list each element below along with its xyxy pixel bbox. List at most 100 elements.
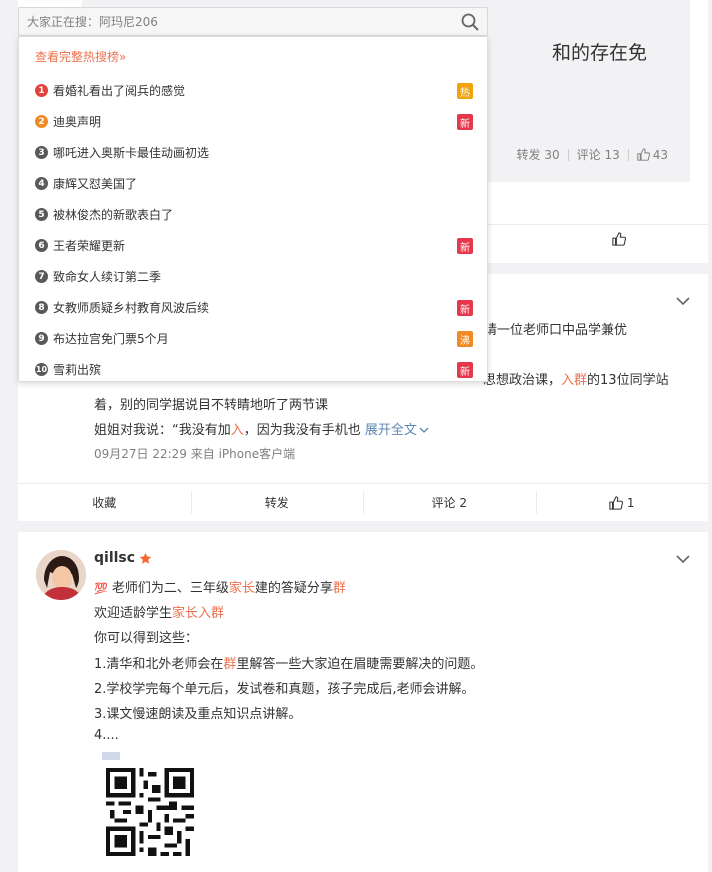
rank-number: 4: [35, 177, 48, 190]
text-span: 欢迎适龄学生: [94, 606, 173, 621]
hot-search-text: 致命女人续订第二季: [53, 270, 162, 284]
chevron-down-icon[interactable]: [676, 554, 690, 564]
divider: [567, 148, 569, 161]
thumbs-up-icon: [612, 232, 627, 246]
like-button[interactable]: 1: [535, 484, 709, 521]
quoted-repost-link[interactable]: 转发 30: [517, 146, 560, 163]
hot-search-list: 1 看婚礼看出了阅兵的感觉热 2 迪奥声明新 3 哪吒进入奥斯卡最佳动画初选 4 康辉又怼美国…: [19, 75, 487, 385]
expand-full-text-link[interactable]: 展开全文: [365, 423, 429, 438]
post-meta: 09月27日 22:29 来自 iPhone客户端: [94, 447, 296, 461]
comment-label: 评论 2: [431, 496, 467, 510]
quoted-comment-link[interactable]: 评论 13: [577, 146, 620, 163]
hot-search-item[interactable]: 5 被林俊杰的新歌表白了: [19, 199, 487, 230]
repost-label: 转发: [264, 496, 289, 510]
hot-search-item[interactable]: 8 女教师质疑乡村教育风波后续 新: [19, 292, 487, 323]
hot-search-text: 哪吒进入奥斯卡最佳动画初选: [53, 146, 210, 160]
chevron-down-icon[interactable]: [676, 296, 690, 306]
chevron-down-icon: [419, 427, 429, 433]
hot-search-item[interactable]: 3 哪吒进入奥斯卡最佳动画初选: [19, 137, 487, 168]
hot-search-item[interactable]: 4 康辉又怼美国了: [19, 168, 487, 199]
keyword-link[interactable]: 群: [223, 657, 236, 672]
rank-number: 6: [35, 239, 48, 252]
rank-number: 9: [35, 332, 48, 345]
rank-number: 7: [35, 270, 48, 283]
avatar[interactable]: [36, 550, 86, 600]
view-full-hot-list-link[interactable]: 查看完整热搜榜»: [35, 48, 126, 65]
keyword-link[interactable]: 入: [231, 423, 244, 438]
search-icon[interactable]: [461, 13, 479, 31]
hot-search-item[interactable]: 1 看婚礼看出了阅兵的感觉 热: [19, 75, 487, 106]
keyword-link[interactable]: 家长入群: [172, 606, 224, 621]
username[interactable]: qillsc: [94, 550, 152, 566]
thumbs-up-icon: [637, 148, 650, 161]
hot-search-dropdown: 查看完整热搜榜» 1 看婚礼看出了阅兵的感觉热 2 迪奥声明新 3 哪吒进入奥斯卡最佳动画…: [18, 36, 488, 382]
expand-label: 展开全文: [364, 423, 417, 438]
rank-number: 2: [35, 115, 48, 128]
feed-card-3: qillsc 💯 老师们为二、三年级家长建的答疑分享群 欢迎适龄学生家长入群 你…: [18, 532, 708, 872]
comment-button[interactable]: 评论 2: [363, 484, 536, 521]
hot-search-item[interactable]: 9 布达拉宫免门票5个月 沸: [19, 323, 487, 354]
post-text-line: 1.清华和北外老师会在群里解答一些大家迫在眉睫需要解决的问题。: [94, 653, 483, 672]
hot-search-text: 雪莉出殡: [53, 363, 102, 377]
post-text-line: 着，别的同学据说目不转睛地听了两节课: [94, 398, 329, 413]
text-span: 建的答疑分享: [254, 581, 333, 596]
rank-number: 3: [35, 146, 48, 159]
thumbs-up-icon: [609, 495, 623, 510]
post-text-line: 你可以得到这些：: [94, 631, 199, 646]
text-span: 老师们为二、三年级: [107, 581, 229, 596]
quoted-like-count: 43: [652, 147, 668, 162]
text-span: 的13位同学站: [587, 373, 669, 388]
hot-search-text: 迪奥声明: [53, 115, 102, 129]
text-span: 1.清华和北外老师会在: [94, 657, 224, 672]
keyword-link[interactable]: 家长: [229, 581, 255, 596]
post-text-line: 欢迎适龄学生家长入群: [94, 602, 224, 621]
hot-search-text: 看婚礼看出了阅兵的感觉: [53, 84, 186, 98]
hot-search-text: 女教师质疑乡村教育风波后续: [53, 301, 210, 315]
quoted-post-title: 和的存在免: [552, 42, 648, 64]
collect-label: 收藏: [92, 496, 117, 510]
hot-search-badge: 新: [457, 114, 473, 130]
search-input[interactable]: [27, 12, 447, 32]
post-text-line: 2.学校学完每个单元后，发试卷和真题，孩子完成后,老师会讲解。: [94, 682, 475, 697]
post-title-line: 💯 老师们为二、三年级家长建的答疑分享群: [94, 577, 346, 596]
hundred-points-icon: 💯: [94, 582, 108, 595]
rank-number: 5: [35, 208, 48, 221]
qr-code-image[interactable]: [106, 768, 194, 856]
hot-search-badge: 热: [457, 83, 473, 99]
hot-search-item[interactable]: 10 雪莉出殡 新: [19, 354, 487, 385]
search-bar: [18, 7, 488, 36]
repost-button[interactable]: 转发: [190, 484, 364, 521]
divider: [627, 148, 629, 161]
quoted-post-actions: 转发 30 评论 13 43: [517, 146, 668, 163]
keyword-link[interactable]: 入群: [561, 373, 587, 388]
keyword-link[interactable]: 群: [333, 581, 346, 596]
rank-number: 8: [35, 301, 48, 314]
rank-number: 1: [35, 84, 48, 97]
post-action-bar: 收藏 转发 评论 2 1: [18, 483, 708, 521]
text-span: 姐姐对我说：“我没有加: [94, 423, 231, 438]
post-text-line: 3.课文慢速朗读及重点知识点讲解。: [94, 707, 302, 722]
hot-search-badge: 沸: [457, 331, 473, 347]
hot-search-badge: 新: [457, 362, 473, 378]
post-text-line: 思想政治课，入群的13位同学站: [483, 369, 669, 388]
rank-number: 10: [35, 363, 48, 376]
hot-search-item[interactable]: 6 王者荣耀更新 新: [19, 230, 487, 261]
hot-search-text: 康辉又怼美国了: [53, 177, 138, 191]
username-label: qillsc: [94, 550, 136, 566]
avatar-image: [36, 550, 86, 600]
like-button[interactable]: [612, 232, 627, 250]
hot-search-text: 布达拉宫免门票5个月: [53, 332, 169, 346]
post-text-line: 4....: [94, 728, 119, 743]
hot-search-item[interactable]: 7 致命女人续订第二季: [19, 261, 487, 292]
text-span: 思想政治课，: [483, 373, 562, 388]
hot-search-text: 王者荣耀更新: [53, 239, 126, 253]
collect-button[interactable]: 收藏: [18, 484, 191, 521]
quoted-like-link[interactable]: 43: [637, 148, 668, 162]
like-count: 1: [626, 495, 635, 510]
thumbnail-image[interactable]: [102, 752, 120, 760]
hot-search-badge: 新: [457, 238, 473, 254]
hot-search-text: 被林俊杰的新歌表白了: [53, 208, 174, 222]
hot-search-badge: 新: [457, 300, 473, 316]
hot-search-item[interactable]: 2 迪奥声明 新: [19, 106, 487, 137]
post-text-line: 姐姐对我说：“我没有加入，因为我没有手机也 展开全文: [94, 419, 429, 438]
